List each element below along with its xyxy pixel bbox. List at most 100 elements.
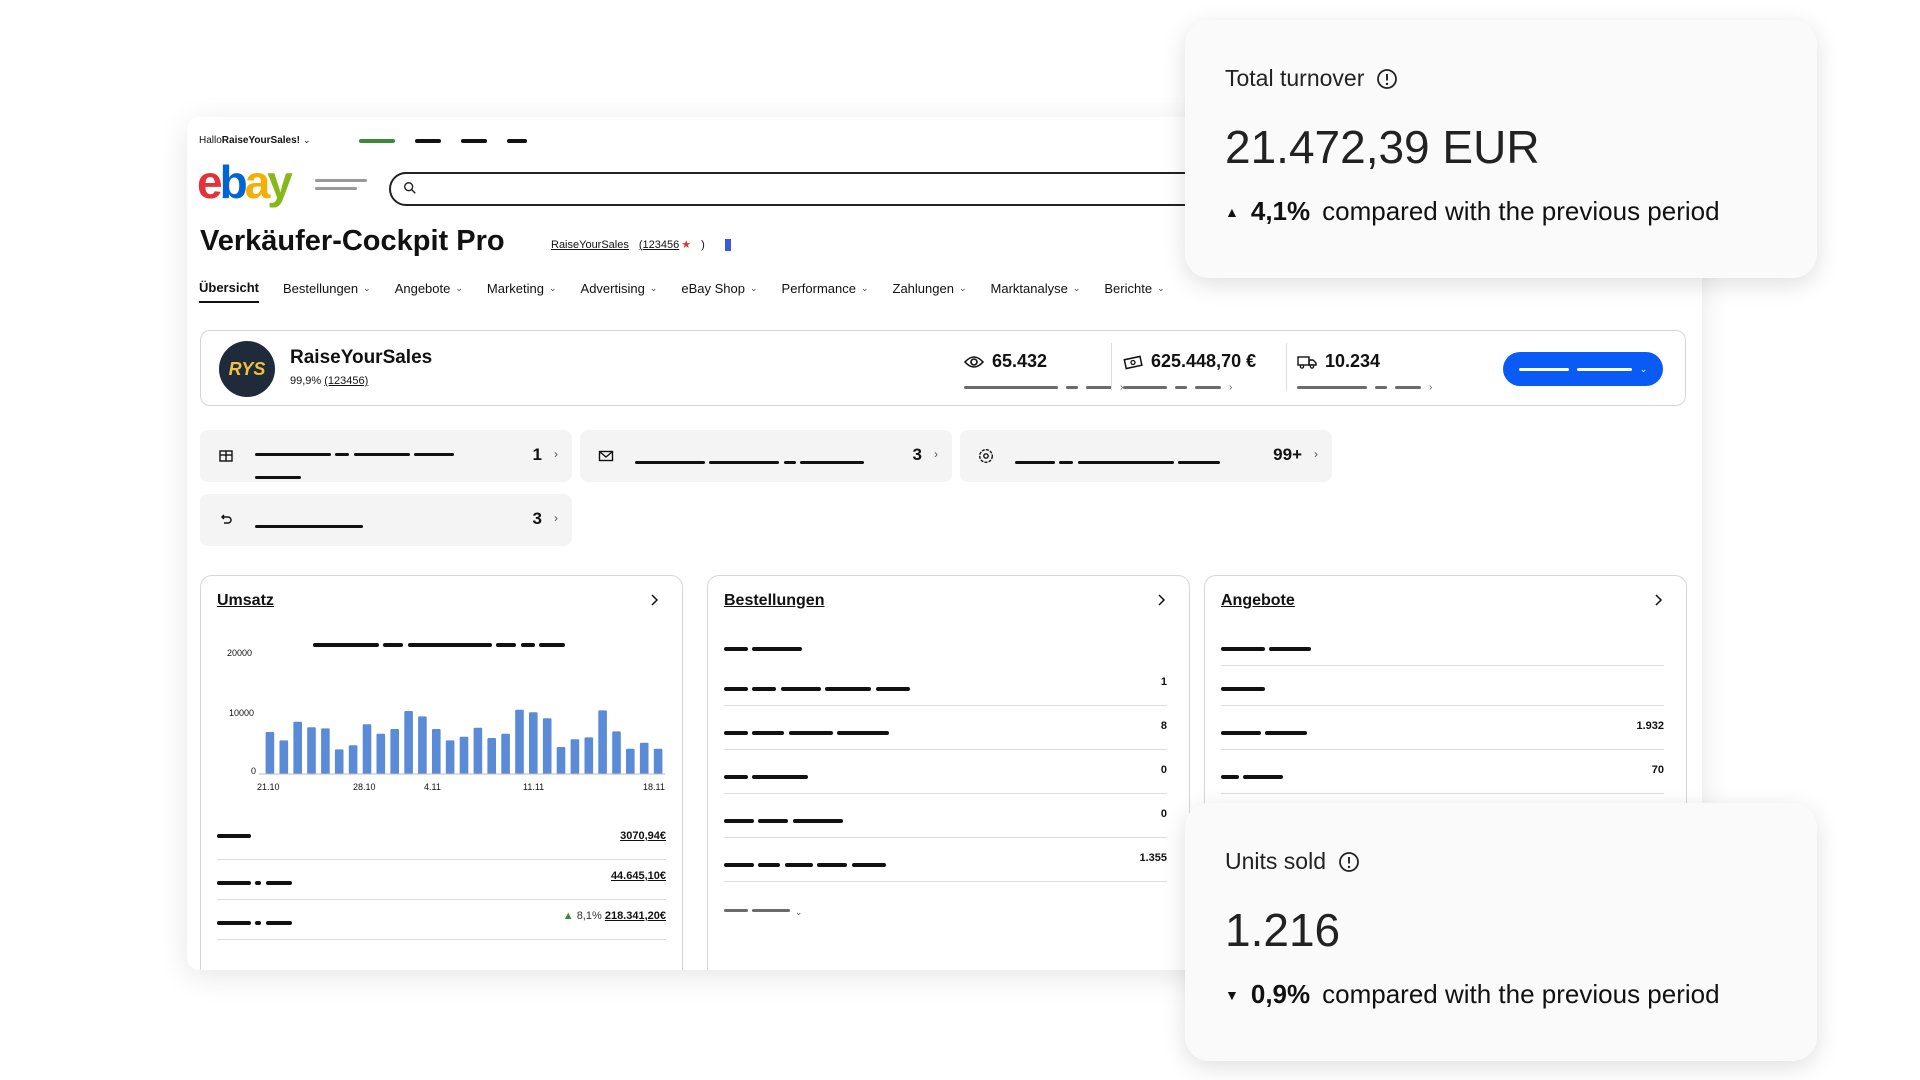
task-count: 3 bbox=[912, 445, 922, 464]
chevron-right-icon[interactable] bbox=[646, 592, 662, 608]
top-link-placeholder[interactable] bbox=[359, 139, 395, 143]
task-card-orders[interactable]: 1 › bbox=[200, 430, 572, 482]
tab-uebersicht[interactable]: Übersicht bbox=[199, 280, 259, 303]
chart-bar bbox=[293, 721, 302, 774]
chevron-right-icon: › bbox=[554, 447, 558, 461]
umsatz-row[interactable]: 3070,94€ bbox=[217, 816, 666, 860]
chevron-down-icon: ⌄ bbox=[649, 283, 658, 293]
section-heading-placeholder bbox=[724, 622, 1167, 666]
task-count: 3 bbox=[532, 509, 542, 528]
star-icon: ★ bbox=[681, 239, 692, 251]
bestellungen-row[interactable]: 1 bbox=[724, 662, 1167, 706]
seller-link[interactable]: RaiseYourSales (123456 ★ ) bbox=[551, 238, 731, 251]
tab-ebay-shop[interactable]: eBay Shop ⌄ bbox=[681, 280, 757, 303]
chart-bar bbox=[418, 716, 427, 774]
greeting-prefix: Hallo bbox=[199, 135, 222, 146]
chart-bar bbox=[307, 727, 316, 774]
truck-icon bbox=[1297, 355, 1317, 369]
seller-link-name[interactable]: RaiseYourSales bbox=[551, 239, 629, 251]
ebay-logo[interactable]: ebay bbox=[197, 159, 293, 205]
angebote-row[interactable]: 1.932 bbox=[1221, 706, 1664, 750]
tab-zahlungen[interactable]: Zahlungen ⌄ bbox=[893, 280, 967, 303]
umsatz-chart: 20000 10000 0 21.10 28.10 4.11 11.11 18.… bbox=[217, 646, 673, 806]
greeting-name: RaiseYourSales! bbox=[221, 135, 300, 146]
chevron-down-icon: ⌄ bbox=[1639, 363, 1648, 374]
divider bbox=[1286, 343, 1287, 391]
chart-bar bbox=[653, 748, 663, 774]
sales-stat[interactable]: 625.448,70 € bbox=[1123, 351, 1256, 372]
kpi-delta: ▼ 0,9% compared with the previous period bbox=[1225, 979, 1720, 1009]
umsatz-delta: 8,1% bbox=[576, 910, 602, 922]
umsatz-title[interactable]: Umsatz bbox=[217, 592, 274, 610]
avatar[interactable]: RYS bbox=[219, 341, 275, 397]
chart-bar bbox=[321, 728, 330, 774]
chevron-down-icon: ⌄ bbox=[750, 283, 758, 293]
angebote-row[interactable]: 70 bbox=[1221, 750, 1664, 794]
kpi-label: Total turnover bbox=[1225, 65, 1398, 92]
chart-bar bbox=[432, 729, 441, 774]
main-nav: Übersicht Bestellungen ⌄ Angebote ⌄ Market… bbox=[199, 280, 1189, 303]
seller-feedback[interactable]: (123456 bbox=[639, 239, 679, 251]
chart-bar bbox=[529, 712, 538, 774]
task-count: 99+ bbox=[1273, 445, 1302, 464]
angebote-title[interactable]: Angebote bbox=[1221, 592, 1295, 610]
chart-bar bbox=[404, 711, 413, 774]
chevron-down-icon: ⌄ bbox=[302, 135, 311, 145]
account-greeting[interactable]: Hallo RaiseYourSales! ⌄ bbox=[199, 135, 311, 146]
bar-chart bbox=[259, 709, 665, 775]
tab-marktanalyse[interactable]: Marktanalyse ⌄ bbox=[991, 280, 1081, 303]
tab-marketing[interactable]: Marketing ⌄ bbox=[487, 280, 557, 303]
tab-bestellungen[interactable]: Bestellungen ⌄ bbox=[283, 280, 371, 303]
chart-bar bbox=[626, 748, 635, 774]
top-link-placeholder[interactable] bbox=[415, 139, 441, 143]
chevron-right-icon: › bbox=[554, 511, 558, 525]
chart-bar bbox=[501, 733, 510, 774]
shipments-stat[interactable]: 10.234 bbox=[1297, 351, 1380, 372]
chevron-right-icon: › bbox=[1314, 447, 1318, 461]
chevron-down-icon: ⌄ bbox=[455, 283, 463, 293]
chart-bar bbox=[612, 731, 621, 774]
views-stat[interactable]: 65.432 bbox=[964, 351, 1047, 372]
chart-bar bbox=[570, 739, 580, 774]
return-icon bbox=[220, 514, 232, 524]
umsatz-row[interactable]: 44.645,10€ bbox=[217, 856, 666, 900]
chart-bar bbox=[542, 718, 552, 774]
mail-icon bbox=[598, 450, 614, 462]
chart-bar bbox=[515, 709, 524, 774]
task-card-messages[interactable]: 3 › bbox=[580, 430, 952, 482]
show-more-link[interactable]: ⌄ bbox=[724, 902, 802, 920]
task-card-returns[interactable]: 3 › bbox=[200, 494, 572, 546]
chevron-right-icon[interactable] bbox=[1153, 592, 1169, 608]
info-icon[interactable] bbox=[1338, 851, 1360, 873]
info-icon[interactable] bbox=[1376, 68, 1398, 90]
x-tick-label: 28.10 bbox=[353, 782, 376, 792]
category-menu-icon[interactable] bbox=[315, 179, 375, 199]
package-icon bbox=[219, 450, 233, 462]
x-tick-label: 4.11 bbox=[424, 782, 441, 792]
chart-bar bbox=[584, 737, 594, 774]
tab-advertising[interactable]: Advertising ⌄ bbox=[581, 280, 658, 303]
rating-count[interactable]: (123456) bbox=[324, 375, 368, 387]
tab-berichte[interactable]: Berichte ⌄ bbox=[1104, 280, 1164, 303]
page-title: Verkäufer-Cockpit Pro bbox=[200, 225, 505, 257]
money-icon bbox=[1123, 355, 1143, 369]
primary-action-button[interactable]: ⌄ bbox=[1503, 352, 1663, 386]
task-card-settings[interactable]: 99+ › bbox=[960, 430, 1332, 482]
umsatz-row[interactable]: ▲ 8,1% 218.341,20€ bbox=[217, 896, 666, 940]
chevron-down-icon: ⌄ bbox=[1157, 283, 1165, 293]
tab-angebote[interactable]: Angebote ⌄ bbox=[395, 280, 463, 303]
top-link-placeholder[interactable] bbox=[507, 139, 527, 143]
sales-stat-sub: › bbox=[1123, 382, 1232, 393]
chart-bar bbox=[390, 729, 399, 774]
bestellungen-row[interactable]: 0 bbox=[724, 794, 1167, 838]
bestellungen-title[interactable]: Bestellungen bbox=[724, 592, 824, 610]
top-link-placeholder[interactable] bbox=[461, 139, 487, 143]
chart-bar bbox=[334, 749, 344, 774]
views-stat-sub: › bbox=[964, 382, 1123, 393]
bestellungen-row[interactable]: 0 bbox=[724, 750, 1167, 794]
bestellungen-row[interactable]: 8 bbox=[724, 706, 1167, 750]
bestellungen-row[interactable]: 1.355 bbox=[724, 838, 1167, 882]
x-tick-label: 11.11 bbox=[523, 782, 545, 792]
chevron-right-icon[interactable] bbox=[1650, 592, 1666, 608]
tab-performance[interactable]: Performance ⌄ bbox=[782, 280, 869, 303]
